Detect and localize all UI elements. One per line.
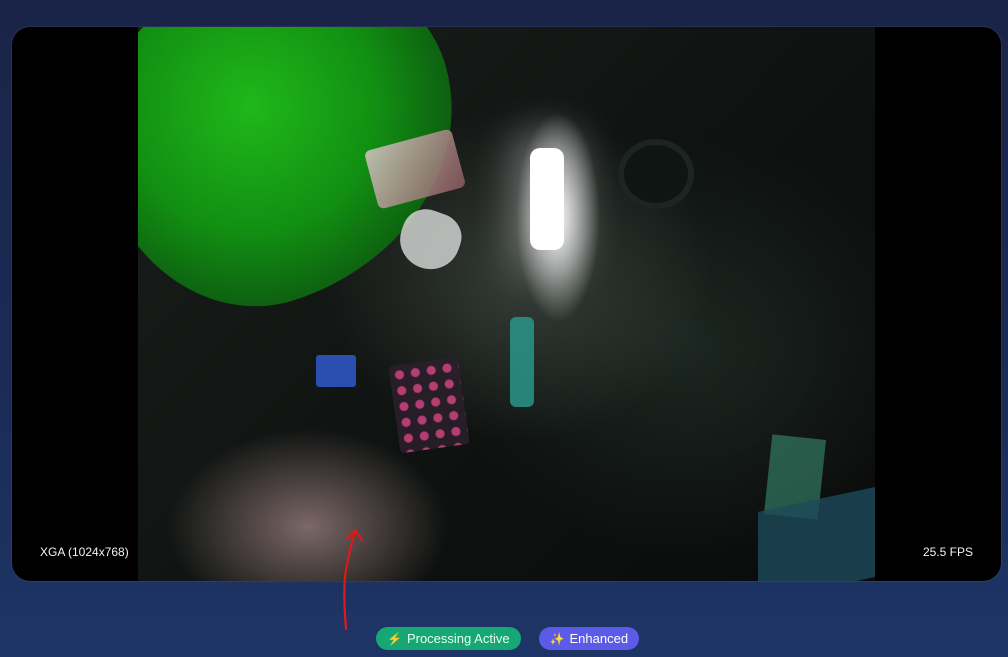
resolution-label: XGA (1024x768) [40, 545, 129, 559]
enhanced-badge: ✨ Enhanced [538, 627, 640, 650]
enhanced-label: Enhanced [569, 631, 629, 646]
camera-feed-image [138, 27, 875, 581]
fps-label: 25.5 FPS [922, 545, 973, 559]
headphone-item [618, 139, 694, 209]
blue-box-item [316, 355, 356, 387]
red-arrow-annotation [343, 528, 364, 631]
keypad-item [388, 356, 470, 454]
processing-active-badge: ⚡ Processing Active [376, 627, 521, 650]
status-badges: ⚡ Processing Active ✨ Enhanced [376, 627, 640, 650]
sparkles-icon: ✨ [549, 631, 565, 646]
led-lamp [530, 148, 564, 250]
lightning-icon: ⚡ [387, 631, 402, 646]
camera-viewer: XGA (1024x768) 25.5 FPS [12, 27, 1001, 581]
teal-tool-item [510, 317, 534, 407]
processing-active-label: Processing Active [406, 631, 510, 646]
